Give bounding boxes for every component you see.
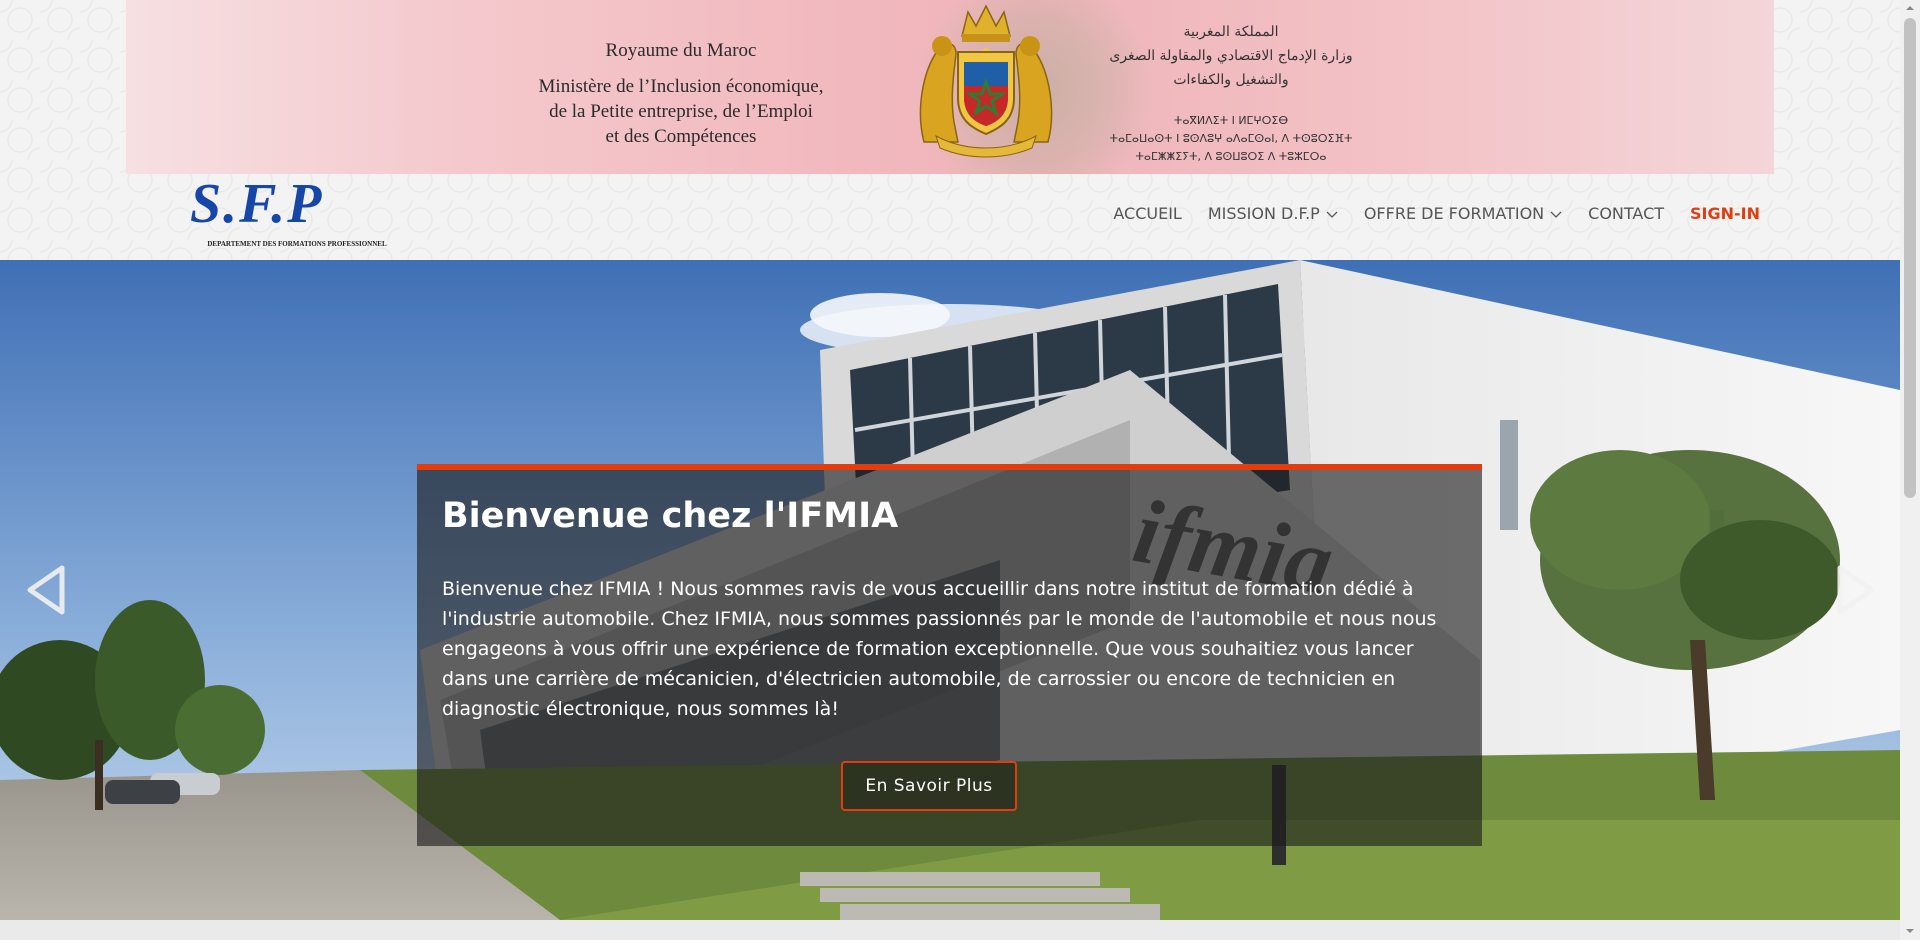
main-navbar: S.F.P DEPARTEMENT DES FORMATIONS PROFESS… xyxy=(0,173,1900,260)
nav-item-sign-in[interactable]: SIGN-IN xyxy=(1690,204,1760,223)
vertical-scrollbar[interactable] xyxy=(1900,0,1920,940)
ministry-name-ar-line1: وزارة الإدماج الاقتصادي والمقاولة الصغرى xyxy=(1109,48,1353,64)
nav-item-label: CONTACT xyxy=(1588,204,1665,223)
chevron-down-icon xyxy=(1326,211,1338,218)
scroll-up-arrow-icon[interactable] xyxy=(1905,3,1915,13)
logo-subtitle: DEPARTEMENT DES FORMATIONS PROFESSIONNEL xyxy=(207,240,387,248)
page-bottom-strip xyxy=(0,920,1900,940)
coat-of-arms-icon xyxy=(919,4,1053,158)
nav-item-label: OFFRE DE FORMATION xyxy=(1363,204,1545,223)
chevron-down-icon xyxy=(1550,211,1562,218)
chevron-right-icon[interactable] xyxy=(1832,562,1880,618)
nav-item-offre-de-formation[interactable]: OFFRE DE FORMATION xyxy=(1364,204,1562,223)
ministry-title-fr: Royaume du Maroc Ministère de l’Inclusio… xyxy=(516,40,846,149)
en-savoir-plus-button[interactable]: En Savoir Plus xyxy=(841,761,1017,811)
government-banner: Royaume du Maroc Ministère de l’Inclusio… xyxy=(126,0,1774,174)
ministry-name-fr: Ministère de l’Inclusion économique, de … xyxy=(538,76,824,147)
scroll-down-arrow-icon[interactable] xyxy=(1905,926,1915,936)
sfp-logo[interactable]: S.F.P DEPARTEMENT DES FORMATIONS PROFESS… xyxy=(190,173,400,258)
ministry-title-tifinagh: ⵜⴰⴳⵍⴷⵉⵜ ⵏ ⵍⵎⵖⵔⵉⴱ ⵜⴰⵎⴰⵡⴰⵙⵜ ⵏ ⵓⵙⴷⵓⵖ ⴰⴷⴰⵎⵙⴰ… xyxy=(1109,114,1353,163)
nav-item-label: MISSION D.F.P xyxy=(1207,204,1320,223)
nav-item-label: SIGN-IN xyxy=(1690,204,1760,223)
nav-item-mission-dfp[interactable]: MISSION D.F.P xyxy=(1208,204,1338,223)
chevron-left-icon[interactable] xyxy=(22,562,70,618)
ministry-title-ar: المملكة المغربية وزارة الإدماج الاقتصادي… xyxy=(1086,20,1376,92)
nav-menu: ACCUEIL MISSION D.F.P OFFRE DE FORMATION… xyxy=(1113,204,1760,223)
logo-text: S.F.P xyxy=(190,173,324,235)
hero-title: Bienvenue chez l'IFMIA xyxy=(442,496,899,536)
nav-item-contact[interactable]: CONTACT xyxy=(1588,204,1664,223)
nav-item-accueil[interactable]: ACCUEIL xyxy=(1113,204,1181,223)
kingdom-name-ar: المملكة المغربية xyxy=(1183,24,1279,40)
ministry-name-ar-line2: والتشغيل والكفاءات xyxy=(1173,72,1289,88)
hero-description: Bienvenue chez IFMIA ! Nous sommes ravis… xyxy=(442,578,1437,720)
scrollbar-thumb[interactable] xyxy=(1904,18,1916,498)
nav-item-label: ACCUEIL xyxy=(1113,204,1182,223)
hero-slider: ifmia Bienvenue chez l'IFMIA Bienvenue c… xyxy=(0,260,1900,920)
hero-caption-box: Bienvenue chez l'IFMIA Bienvenue chez IF… xyxy=(417,464,1482,846)
kingdom-name-fr: Royaume du Maroc xyxy=(605,40,757,61)
